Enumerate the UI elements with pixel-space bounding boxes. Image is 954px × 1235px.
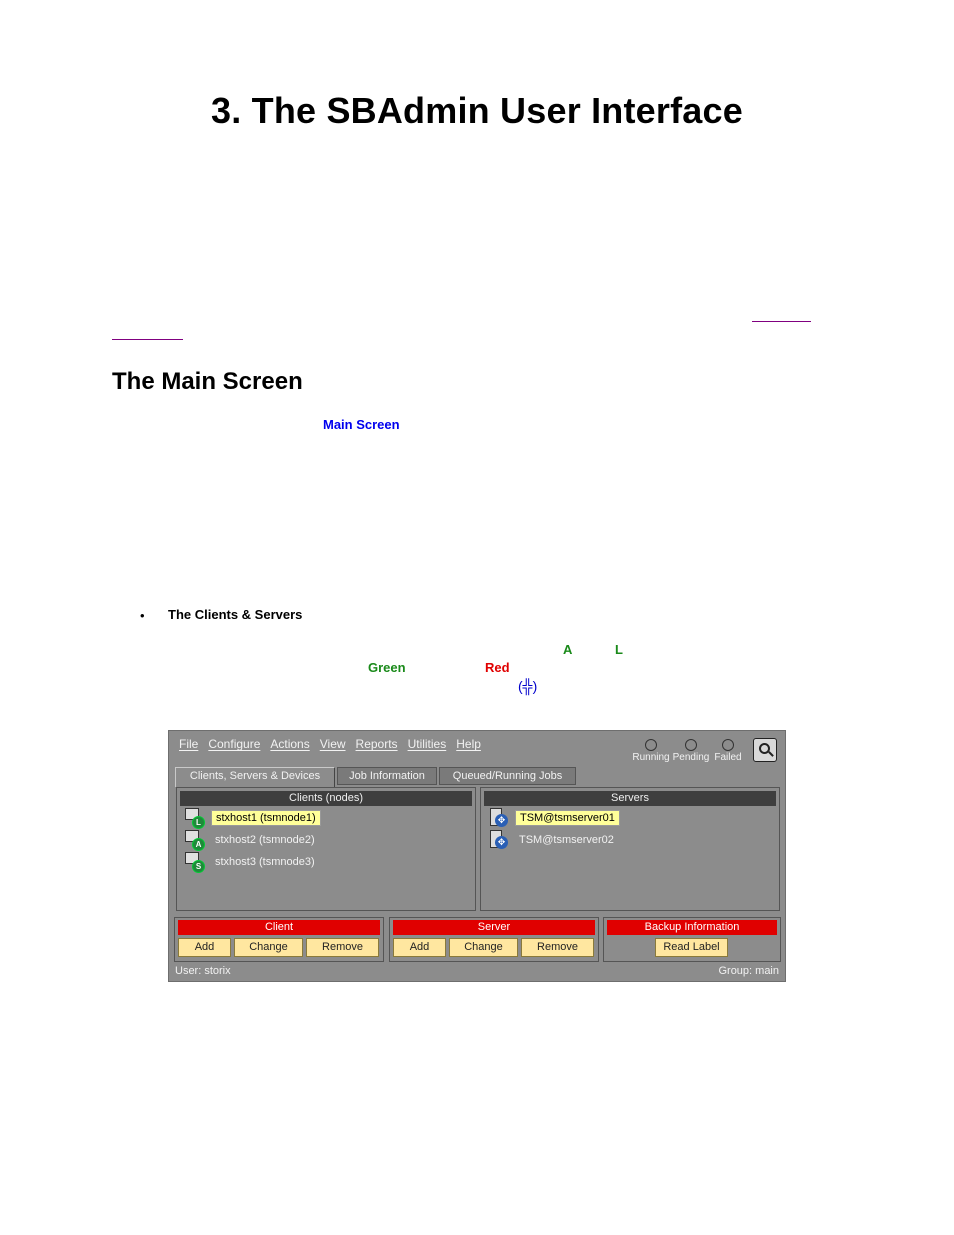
- menu-configure[interactable]: Configure: [208, 737, 260, 751]
- client-name: stxhost2 (tsmnode2): [215, 834, 315, 846]
- client-node-icon: L: [185, 808, 205, 829]
- status-failed-label: Failed: [714, 752, 742, 763]
- tab-clients-servers-devices[interactable]: Clients, Servers & Devices: [175, 767, 335, 787]
- tab-job-information[interactable]: Job Information: [337, 767, 437, 785]
- client-button-group: Client Add Change Remove: [174, 917, 384, 962]
- local-letter: L: [615, 642, 623, 657]
- server-change-button[interactable]: Change: [449, 938, 518, 957]
- client-change-button[interactable]: Change: [234, 938, 303, 957]
- client-group-title: Client: [178, 920, 380, 935]
- server-button-group: Server Add Change Remove: [389, 917, 599, 962]
- sbadmin-main-screen: File Configure Actions View Reports Util…: [168, 730, 786, 982]
- status-light-icon: [645, 739, 657, 751]
- client-row[interactable]: L stxhost1 (tsmnode1): [185, 808, 321, 829]
- clients-panel-title: Clients (nodes): [180, 791, 472, 806]
- client-node-icon: S: [185, 852, 205, 873]
- status-running[interactable]: Running: [631, 737, 671, 763]
- status-pending-label: Pending: [672, 752, 710, 763]
- server-icon: ✥: [489, 808, 509, 828]
- menu-utilities[interactable]: Utilities: [408, 737, 447, 751]
- servers-panel: Servers ✥ TSM@tsmserver01 ✥ TSM@tsmserve…: [480, 787, 780, 911]
- menu-reports[interactable]: Reports: [356, 737, 398, 751]
- backup-info-title: Backup Information: [607, 920, 777, 935]
- bullet-title: The Clients & Servers: [168, 607, 303, 622]
- link-underline-continued[interactable]: [112, 339, 183, 340]
- server-name: TSM@tsmserver01: [515, 810, 620, 826]
- main-screen-link[interactable]: Main Screen: [323, 417, 400, 432]
- client-remove-button[interactable]: Remove: [306, 938, 379, 957]
- admin-letter: A: [563, 642, 573, 657]
- footer-group: Group: main: [718, 965, 779, 977]
- status-pending[interactable]: Pending: [671, 737, 711, 763]
- page-title: 3. The SBAdmin User Interface: [211, 90, 743, 131]
- menu-bar: File Configure Actions View Reports Util…: [179, 737, 481, 751]
- menu-view[interactable]: View: [320, 737, 346, 751]
- server-row[interactable]: ✥ TSM@tsmserver01: [489, 808, 620, 828]
- server-name: TSM@tsmserver02: [519, 834, 614, 846]
- status-light-icon: [722, 739, 734, 751]
- clients-panel: Clients (nodes) L stxhost1 (tsmnode1) A …: [176, 787, 476, 911]
- client-name: stxhost1 (tsmnode1): [211, 810, 321, 826]
- status-light-icon: [685, 739, 697, 751]
- server-row[interactable]: ✥ TSM@tsmserver02: [489, 830, 618, 850]
- client-add-button[interactable]: Add: [178, 938, 231, 957]
- backup-info-group: Backup Information Read Label: [603, 917, 781, 962]
- section-heading: The Main Screen: [112, 368, 303, 395]
- servers-panel-title: Servers: [484, 791, 776, 806]
- green-word: Green: [368, 660, 406, 675]
- client-row[interactable]: S stxhost3 (tsmnode3): [185, 852, 319, 873]
- client-node-icon: A: [185, 830, 205, 851]
- bullet-marker: •: [140, 608, 145, 623]
- status-running-label: Running: [632, 752, 670, 763]
- link-underline[interactable]: [752, 321, 811, 322]
- server-icon: ✥: [489, 830, 509, 850]
- client-name: stxhost3 (tsmnode3): [215, 856, 315, 868]
- network-symbol-icon: (╬): [518, 678, 538, 694]
- server-add-button[interactable]: Add: [393, 938, 446, 957]
- read-label-button[interactable]: Read Label: [655, 938, 728, 957]
- menu-actions[interactable]: Actions: [270, 737, 309, 751]
- menu-help[interactable]: Help: [456, 737, 481, 751]
- footer-user: User: storix: [175, 965, 231, 977]
- server-group-title: Server: [393, 920, 595, 935]
- red-word: Red: [485, 660, 510, 675]
- client-row[interactable]: A stxhost2 (tsmnode2): [185, 830, 319, 851]
- menu-file[interactable]: File: [179, 737, 198, 751]
- server-remove-button[interactable]: Remove: [521, 938, 594, 957]
- status-failed[interactable]: Failed: [708, 737, 748, 763]
- tab-queued-running-jobs[interactable]: Queued/Running Jobs: [439, 767, 576, 785]
- magnifier-icon[interactable]: [753, 738, 777, 762]
